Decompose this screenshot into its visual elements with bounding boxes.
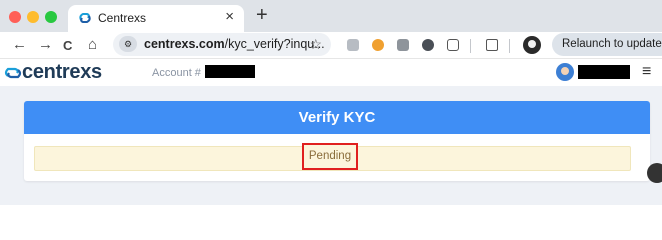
account-number-redacted	[205, 65, 255, 78]
new-tab-button[interactable]: +	[256, 5, 268, 25]
site-logo[interactable]: centrexs	[22, 61, 102, 84]
window-zoom-button[interactable]	[45, 11, 57, 23]
user-avatar[interactable]	[556, 63, 574, 81]
site-header: centrexs Account # ≡	[0, 58, 662, 86]
extensions-puzzle-icon[interactable]	[447, 39, 459, 51]
extension-icon[interactable]	[422, 39, 434, 51]
back-button[interactable]: ←	[12, 36, 27, 54]
window-minimize-button[interactable]	[27, 11, 39, 23]
url-text[interactable]: centrexs.com/kyc_verify?inqu...	[144, 37, 325, 51]
centrexs-favicon-icon	[79, 13, 91, 23]
browser-tab-strip: Centrexs × +	[0, 0, 662, 32]
kyc-card: Verify KYC Pending	[24, 101, 650, 181]
hamburger-menu-icon[interactable]: ≡	[642, 63, 651, 81]
reading-list-icon[interactable]	[486, 39, 498, 51]
centrexs-logo-icon	[4, 67, 22, 79]
window-close-button[interactable]	[9, 11, 21, 23]
browser-toolbar: ← → C ⌂ ⚙ centrexs.com/kyc_verify?inqu..…	[0, 32, 662, 58]
home-button[interactable]: ⌂	[88, 36, 97, 54]
toolbar-divider	[470, 39, 471, 53]
kyc-status-alert: Pending	[34, 143, 631, 171]
site-info-icon[interactable]: ⚙	[119, 36, 137, 52]
account-label: Account #	[152, 67, 201, 79]
relaunch-to-update-button[interactable]: Relaunch to update	[552, 33, 662, 56]
forward-button[interactable]: →	[38, 36, 53, 54]
extension-icon[interactable]	[372, 39, 384, 51]
extension-icon[interactable]	[347, 39, 359, 51]
kyc-status-text: Pending	[302, 143, 358, 170]
user-name-redacted[interactable]	[578, 65, 630, 79]
toolbar-divider	[509, 39, 510, 53]
browser-profile-avatar[interactable]	[523, 36, 541, 54]
floating-chat-button[interactable]	[647, 163, 662, 183]
url-host: centrexs.com	[144, 37, 225, 51]
tab-title: Centrexs	[98, 11, 147, 25]
extension-icon[interactable]	[397, 39, 409, 51]
address-bar[interactable]: ⚙ centrexs.com/kyc_verify?inqu... ☆	[113, 33, 331, 56]
reload-button[interactable]: C	[63, 37, 72, 55]
kyc-title: Verify KYC	[298, 109, 376, 126]
page-content: Verify KYC Pending	[0, 86, 662, 205]
tab-close-icon[interactable]: ×	[225, 8, 234, 25]
bookmark-star-icon[interactable]: ☆	[309, 36, 322, 53]
browser-tab[interactable]: Centrexs ×	[68, 5, 244, 32]
kyc-card-header: Verify KYC	[24, 101, 650, 134]
